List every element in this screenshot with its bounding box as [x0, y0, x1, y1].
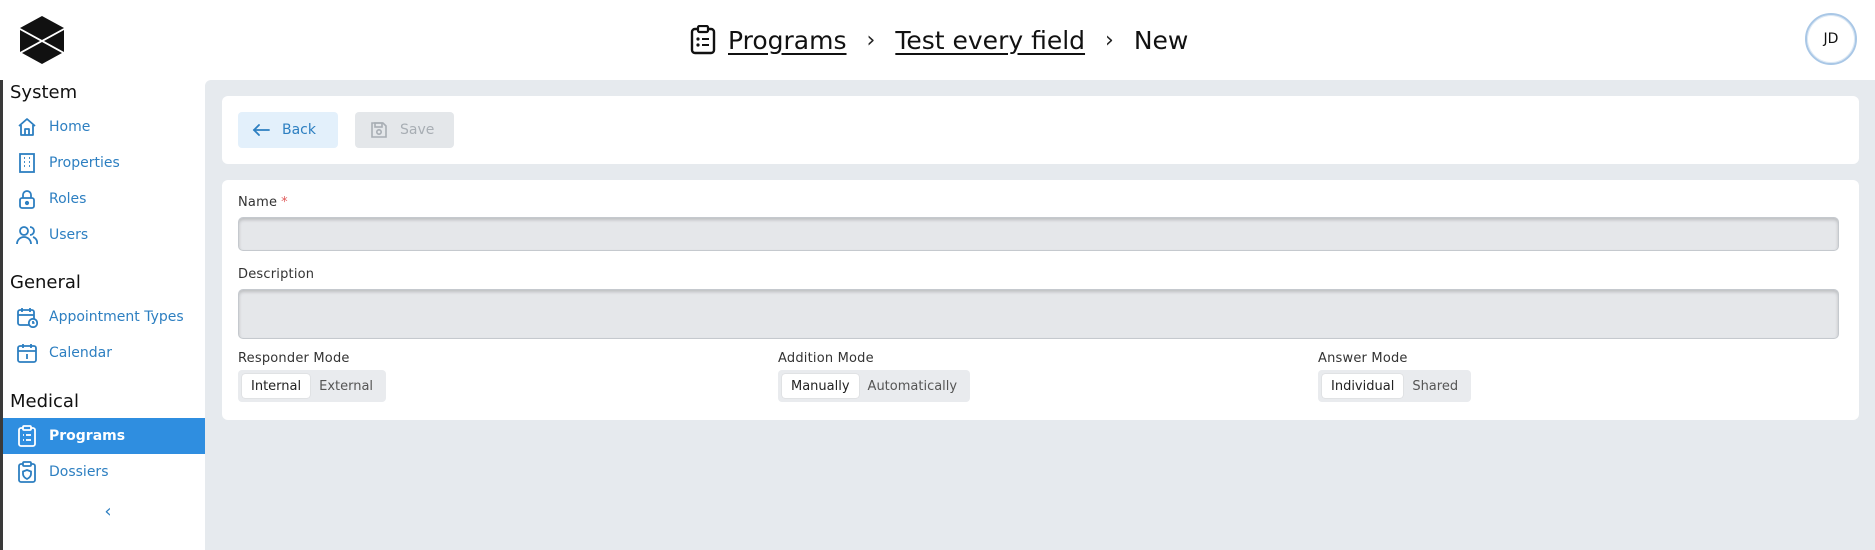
calendar-clock-icon — [16, 306, 38, 328]
sidebar-item-label: Users — [49, 227, 89, 243]
addition-mode-automatically-option[interactable]: Automatically — [859, 374, 967, 398]
home-icon — [16, 116, 38, 138]
breadcrumb-current: New — [1133, 25, 1189, 55]
responder-mode-external-option[interactable]: External — [310, 374, 382, 398]
toolbar-card: Back Save — [222, 96, 1859, 164]
main-content: Back Save Name * Description Responder Mo… — [205, 80, 1875, 550]
arrow-left-icon — [252, 123, 270, 137]
responder-mode-internal-option[interactable]: Internal — [242, 374, 311, 398]
sidebar-item-label: Roles — [49, 191, 87, 207]
back-button[interactable]: Back — [238, 112, 338, 148]
sidebar: System Home Properties Roles Users Gener… — [3, 80, 205, 550]
building-icon — [16, 152, 38, 174]
app-logo[interactable] — [20, 16, 64, 64]
clipboard-list-icon — [690, 24, 716, 55]
sidebar-collapse-button[interactable]: ‹ — [98, 502, 118, 522]
sidebar-item-appointment-types[interactable]: Appointment Types — [3, 299, 205, 335]
sidebar-item-label: Properties — [49, 155, 120, 171]
sidebar-item-properties[interactable]: Properties — [3, 145, 205, 181]
name-label-text: Name — [238, 195, 278, 210]
sidebar-item-calendar[interactable]: Calendar — [3, 335, 205, 371]
addition-mode-toggle: Manually Automatically — [778, 370, 971, 402]
sidebar-section-system: System — [10, 82, 78, 103]
sidebar-section-general: General — [10, 272, 81, 293]
users-icon — [16, 224, 38, 246]
clipboard-shield-icon — [16, 461, 38, 483]
sidebar-item-label: Appointment Types — [49, 309, 184, 325]
sidebar-item-label: Home — [49, 119, 91, 135]
clipboard-list-icon — [16, 425, 38, 447]
save-icon — [370, 121, 388, 139]
top-bar: Programs › Test every field › New JD — [0, 0, 1875, 80]
sidebar-item-programs[interactable]: Programs — [3, 418, 205, 454]
sidebar-item-label: Calendar — [49, 345, 112, 361]
description-input[interactable] — [238, 289, 1839, 339]
responder-mode-toggle: Internal External — [238, 370, 387, 402]
responder-mode-label: Responder Mode — [238, 351, 350, 366]
answer-mode-toggle: Individual Shared — [1318, 370, 1472, 402]
addition-mode-label: Addition Mode — [778, 351, 874, 366]
breadcrumb-separator: › — [866, 27, 876, 53]
breadcrumb-programs-link[interactable]: Programs — [728, 26, 847, 55]
answer-mode-individual-option[interactable]: Individual — [1322, 374, 1404, 398]
addition-mode-manually-option[interactable]: Manually — [782, 374, 859, 398]
sidebar-item-home[interactable]: Home — [3, 109, 205, 145]
breadcrumb-program-link[interactable]: Test every field — [895, 26, 1085, 55]
breadcrumb-separator: › — [1105, 27, 1114, 53]
sidebar-section-medical: Medical — [10, 391, 79, 412]
lock-icon — [16, 188, 38, 210]
back-button-label: Back — [282, 122, 316, 138]
user-avatar[interactable]: JD — [1805, 13, 1857, 65]
description-label: Description — [238, 267, 315, 282]
answer-mode-label: Answer Mode — [1318, 351, 1408, 366]
sidebar-item-dossiers[interactable]: Dossiers — [3, 454, 205, 490]
sidebar-item-roles[interactable]: Roles — [3, 181, 205, 217]
save-button-label: Save — [400, 122, 435, 138]
calendar-icon — [16, 342, 38, 364]
save-button[interactable]: Save — [355, 112, 454, 148]
name-input[interactable] — [238, 217, 1839, 251]
sidebar-item-label: Programs — [49, 428, 126, 444]
sidebar-item-label: Dossiers — [49, 464, 109, 480]
breadcrumb: Programs › Test every field › New — [690, 20, 1188, 60]
required-marker: * — [281, 195, 288, 210]
sidebar-item-users[interactable]: Users — [3, 217, 205, 253]
name-label: Name * — [238, 195, 288, 210]
answer-mode-shared-option[interactable]: Shared — [1403, 374, 1467, 398]
program-form: Name * Description Responder Mode Interna… — [222, 180, 1859, 420]
